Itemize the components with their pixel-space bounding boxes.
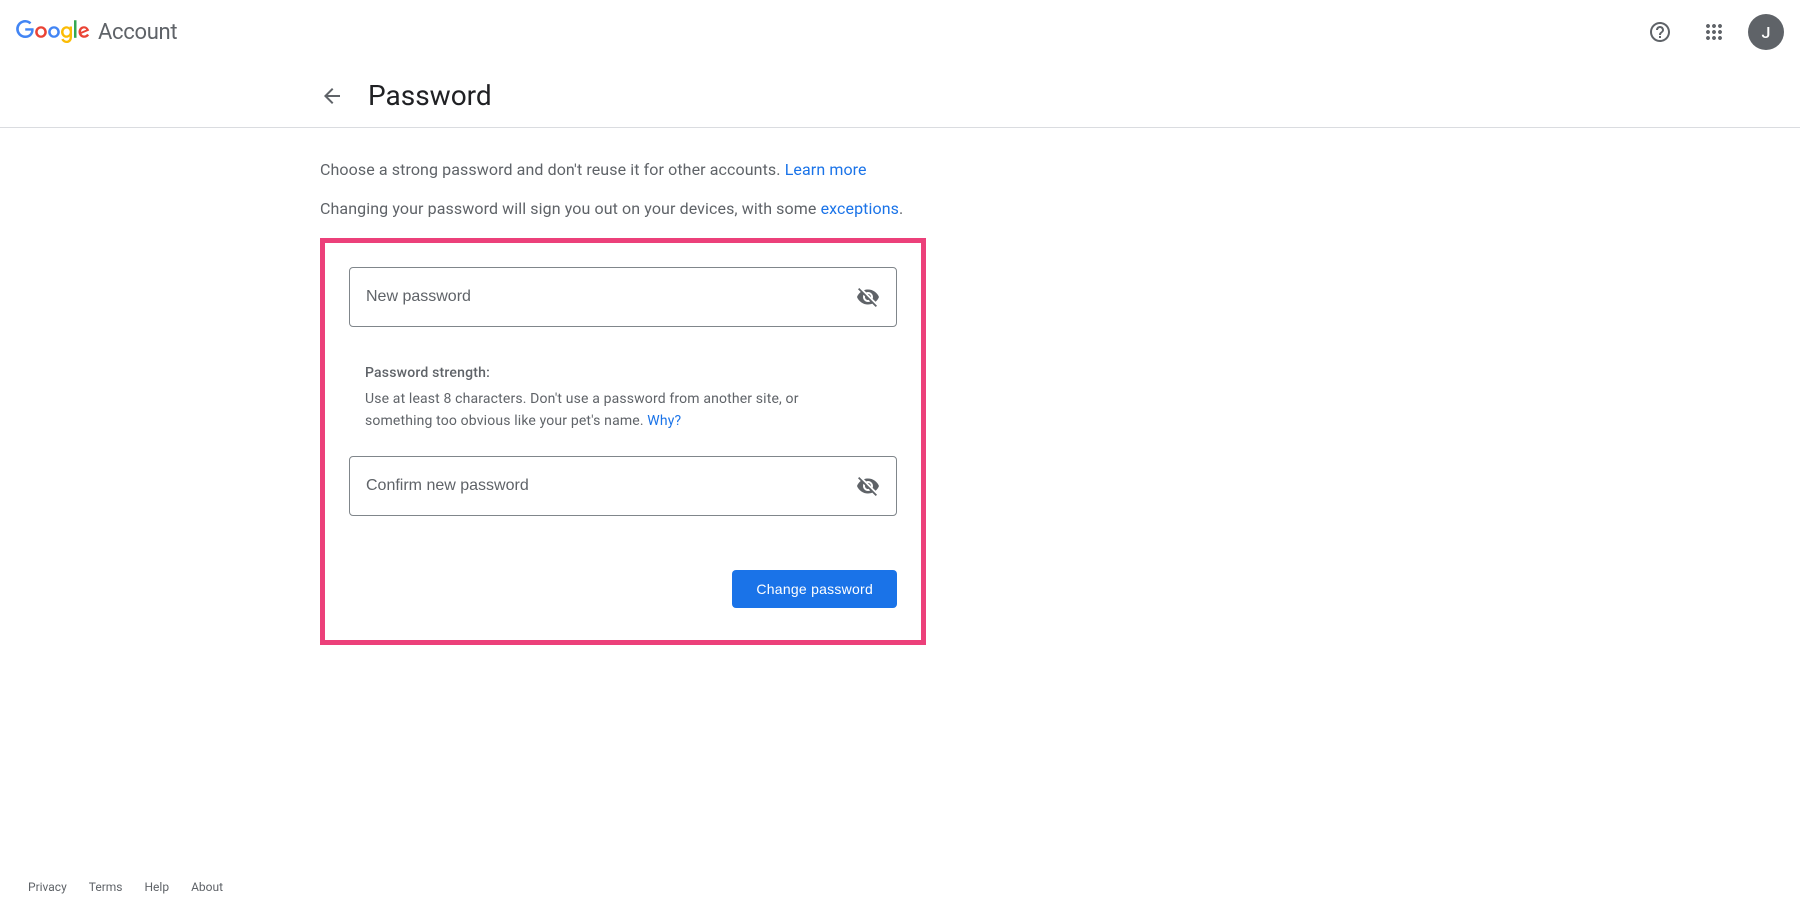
intro-line-1-text: Choose a strong password and don't reuse…	[320, 160, 785, 179]
submit-row: Change password	[349, 570, 897, 608]
main-content: Choose a strong password and don't reuse…	[0, 128, 1230, 645]
page-title: Password	[368, 79, 492, 112]
footer-terms-link[interactable]: Terms	[89, 880, 123, 894]
apps-grid-icon	[1702, 20, 1726, 44]
eye-off-icon	[856, 474, 880, 498]
new-password-field-wrap	[349, 267, 897, 327]
avatar-initial: J	[1762, 23, 1771, 42]
why-link[interactable]: Why?	[647, 413, 681, 429]
footer-privacy-link[interactable]: Privacy	[28, 880, 67, 894]
apps-button[interactable]	[1694, 12, 1734, 52]
brand-product-label: Account	[98, 20, 177, 45]
intro-line-1: Choose a strong password and don't reuse…	[320, 160, 1230, 179]
learn-more-link[interactable]: Learn more	[785, 160, 867, 179]
change-password-button[interactable]: Change password	[732, 570, 897, 608]
confirm-password-input[interactable]	[366, 477, 856, 495]
help-button[interactable]	[1640, 12, 1680, 52]
confirm-password-field-wrap	[349, 456, 897, 516]
password-form-highlight: Password strength: Use at least 8 charac…	[320, 238, 926, 645]
top-app-bar: Account J	[0, 0, 1800, 64]
intro-line-2-suffix: .	[899, 199, 903, 218]
back-button[interactable]	[312, 76, 352, 116]
toggle-visibility-button-confirm[interactable]	[856, 474, 880, 498]
brand-lockup[interactable]: Account	[16, 20, 177, 45]
toggle-visibility-button-new[interactable]	[856, 285, 880, 309]
page-header: Password	[0, 64, 1800, 128]
intro-line-2: Changing your password will sign you out…	[320, 199, 1230, 218]
exceptions-link[interactable]: exceptions	[821, 199, 899, 218]
help-icon	[1648, 20, 1672, 44]
intro-line-2-text: Changing your password will sign you out…	[320, 199, 821, 218]
footer-help-link[interactable]: Help	[145, 880, 170, 894]
strength-help-text: Use at least 8 characters. Don't use a p…	[365, 389, 855, 432]
google-logo-icon	[16, 20, 90, 44]
top-bar-actions: J	[1640, 12, 1784, 52]
footer-links: Privacy Terms Help About	[0, 880, 251, 912]
account-avatar[interactable]: J	[1748, 14, 1784, 50]
password-strength-block: Password strength: Use at least 8 charac…	[365, 365, 897, 432]
footer-about-link[interactable]: About	[191, 880, 223, 894]
strength-label: Password strength:	[365, 365, 897, 381]
new-password-input[interactable]	[366, 288, 856, 306]
arrow-left-icon	[320, 84, 344, 108]
strength-text-body: Use at least 8 characters. Don't use a p…	[365, 391, 799, 429]
eye-off-icon	[856, 285, 880, 309]
